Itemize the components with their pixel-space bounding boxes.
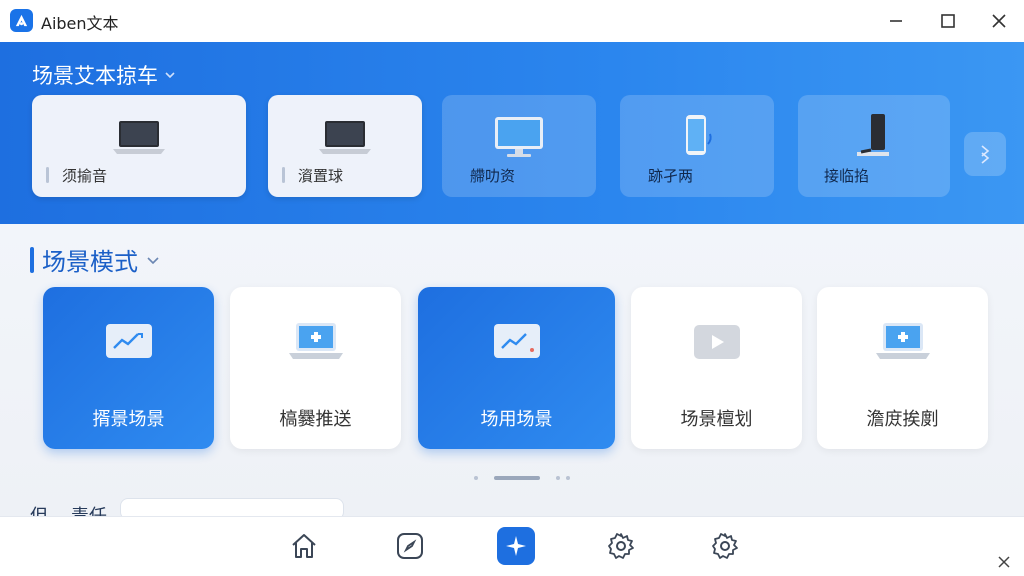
device-strip: 场景艾本掠车 须揄音 澬置球 艜叻资 跡孑两 接临掐	[0, 42, 1024, 224]
scene-card-label: 场用场景	[480, 409, 553, 430]
title-accent-bar	[30, 246, 34, 273]
device-card[interactable]: 艜叻资	[442, 95, 596, 197]
scene-card[interactable]: 揟景场景	[43, 287, 214, 449]
card-accent-bar	[282, 167, 285, 183]
scene-card[interactable]: 澹庻挨剫	[817, 287, 988, 449]
close-icon[interactable]	[994, 552, 1014, 572]
laptop-icon	[317, 115, 373, 159]
laptop-icon	[111, 115, 167, 159]
carousel-pager[interactable]	[474, 476, 570, 480]
chevron-down-icon	[147, 256, 159, 264]
chevron-right-icon	[981, 145, 990, 164]
scroll-right-button[interactable]	[964, 132, 1006, 176]
nav-sparkle-button[interactable]	[497, 527, 535, 565]
scene-section-title-text: 场景模式	[42, 248, 138, 276]
tablet-stand-icon	[849, 114, 899, 159]
pager-dot-active[interactable]	[494, 476, 540, 480]
device-card-label: 澬置球	[298, 167, 344, 185]
device-strip-title-text: 场景艾本掠车	[32, 64, 158, 88]
scene-card-label: 澹庻挨剫	[866, 409, 939, 430]
maximize-button[interactable]	[934, 8, 962, 34]
scene-card-label: 揟景场景	[92, 409, 165, 430]
sparkle-icon	[506, 536, 526, 556]
scene-card[interactable]: 场景檀划	[631, 287, 802, 449]
device-card-label: 须揄音	[62, 167, 108, 185]
nav-settings-alt-button[interactable]	[706, 527, 744, 565]
device-card-label: 艜叻资	[470, 167, 516, 185]
scene-card-label: 槁爨推送	[279, 409, 352, 430]
monitor-icon	[491, 115, 547, 159]
chart-icon	[492, 321, 542, 363]
compass-icon	[397, 533, 423, 559]
card-accent-bar	[46, 167, 49, 183]
device-card[interactable]: 须揄音	[32, 95, 246, 197]
chevron-down-icon	[165, 72, 175, 79]
scene-section-title[interactable]: 场景模式	[30, 242, 160, 277]
chart-icon	[104, 321, 154, 363]
bottom-nav	[0, 516, 1024, 576]
phone-icon	[672, 115, 722, 159]
laptop-icon	[873, 321, 933, 363]
close-button[interactable]	[985, 8, 1013, 34]
app-logo-icon	[10, 9, 33, 32]
scene-card[interactable]: 场用场景	[418, 287, 615, 449]
app-title: Aiben文本	[41, 14, 119, 33]
device-strip-title[interactable]: 场景艾本掠车	[32, 60, 176, 90]
device-card[interactable]: 澬置球	[268, 95, 422, 197]
scene-card-label: 场景檀划	[680, 409, 753, 430]
home-icon	[292, 534, 316, 558]
laptop-icon	[286, 321, 346, 363]
nav-home-button[interactable]	[285, 527, 323, 565]
pager-dot[interactable]	[556, 476, 560, 480]
minimize-button[interactable]	[882, 8, 910, 34]
gear-icon	[608, 533, 634, 559]
device-card[interactable]: 接临掐	[798, 95, 950, 197]
pager-dot[interactable]	[566, 476, 570, 480]
scene-card[interactable]: 槁爨推送	[230, 287, 401, 449]
pager-dot[interactable]	[474, 476, 478, 480]
device-card[interactable]: 跡孑两	[620, 95, 774, 197]
gear-icon	[712, 533, 738, 559]
nav-settings-button[interactable]	[602, 527, 640, 565]
play-icon	[692, 321, 742, 363]
title-bar: Aiben文本	[0, 0, 1024, 42]
scene-section: 场景模式 揟景场景 槁爨推送 场用场景 场景檀划 澹庻挨剫	[0, 224, 1024, 527]
device-card-label: 接临掐	[824, 167, 870, 185]
nav-compass-button[interactable]	[391, 527, 429, 565]
device-card-label: 跡孑两	[648, 167, 694, 185]
